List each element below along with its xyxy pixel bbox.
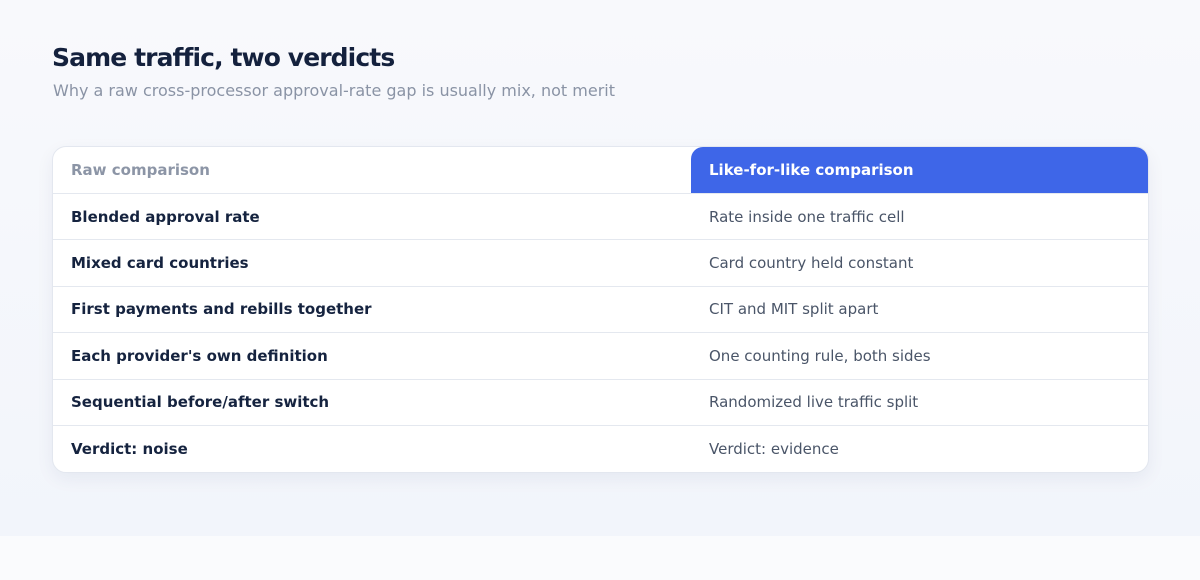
like-for-like-cell: Rate inside one traffic cell bbox=[709, 207, 905, 226]
raw-cell: First payments and rebills together bbox=[71, 300, 372, 319]
page-canvas: Same traffic, two verdicts Why a raw cro… bbox=[0, 0, 1200, 536]
table-header-row: Raw comparison Like-for-like comparison bbox=[53, 147, 1148, 193]
like-for-like-cell: One counting rule, both sides bbox=[709, 346, 931, 365]
table-row: Each provider's own definition One count… bbox=[53, 332, 1148, 378]
table-row: Sequential before/after switch Randomize… bbox=[53, 378, 1148, 425]
like-for-like-cell: CIT and MIT split apart bbox=[709, 300, 879, 319]
table-row: Mixed card countries Card country held c… bbox=[53, 239, 1148, 285]
like-for-like-cell: Card country held constant bbox=[709, 254, 914, 273]
header-like-for-like-comparison: Like-for-like comparison bbox=[691, 147, 1148, 193]
table-row: First payments and rebills together CIT … bbox=[53, 285, 1148, 332]
page-title: Same traffic, two verdicts bbox=[52, 43, 395, 72]
table-row: Blended approval rate Rate inside one tr… bbox=[53, 193, 1148, 239]
header-raw-comparison: Raw comparison bbox=[71, 161, 210, 179]
like-for-like-cell: Verdict: evidence bbox=[709, 439, 839, 458]
raw-cell: Mixed card countries bbox=[71, 254, 249, 273]
raw-cell: Sequential before/after switch bbox=[71, 393, 330, 412]
table-row: Verdict: noise Verdict: evidence bbox=[53, 424, 1148, 471]
raw-cell: Blended approval rate bbox=[71, 207, 260, 226]
raw-cell: Each provider's own definition bbox=[71, 346, 328, 365]
page-subtitle: Why a raw cross-processor approval-rate … bbox=[53, 81, 615, 100]
like-for-like-cell: Randomized live traffic split bbox=[709, 393, 919, 412]
raw-cell: Verdict: noise bbox=[71, 439, 188, 458]
comparison-table: Raw comparison Like-for-like comparison … bbox=[52, 146, 1149, 473]
